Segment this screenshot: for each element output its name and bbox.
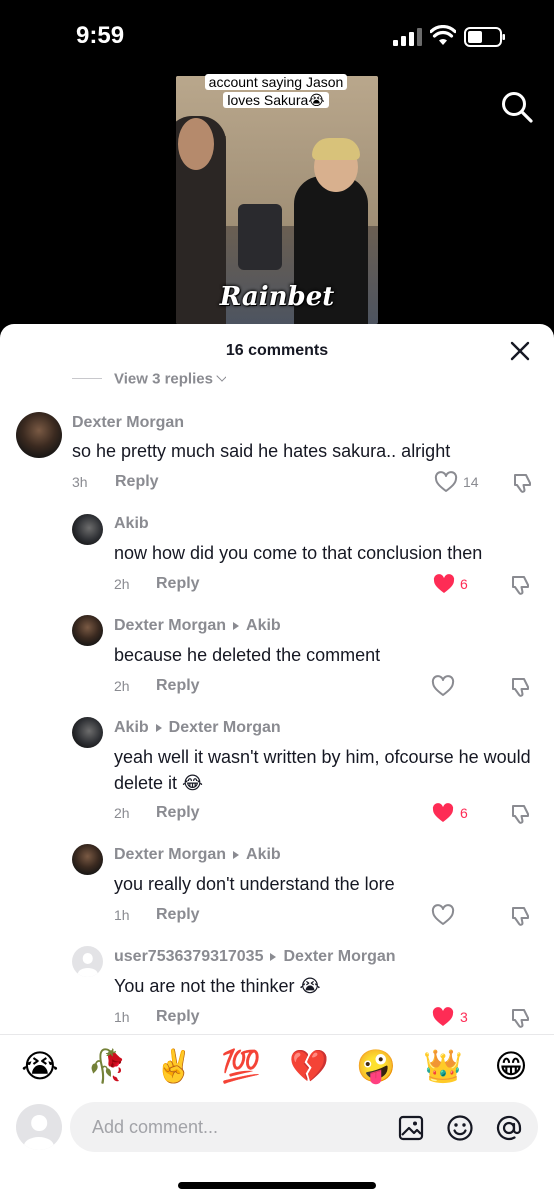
chevron-down-icon [216,370,226,382]
comment-time: 2h [114,805,130,821]
avatar[interactable] [72,514,103,545]
status-bar: 9:59 [0,0,554,70]
emoji-button[interactable]: 🥀 [87,1046,127,1086]
comment-time: 1h [114,907,130,923]
comment-text: now how did you come to that conclusion … [114,543,483,563]
emoji-button[interactable]: 💯 [221,1046,261,1086]
reply-button[interactable]: Reply [156,1008,200,1026]
reply-button[interactable]: Reply [115,473,159,491]
reply-button[interactable]: Reply [156,906,200,924]
user-avatar[interactable] [16,1104,62,1150]
emoji-button[interactable]: 😭 [20,1046,60,1086]
heart-icon[interactable] [431,904,455,926]
emoji-quick-bar: 😭 🥀 ✌️ 💯 💔 🤪 👑 😁 [0,1046,554,1092]
like-count: 6 [460,805,468,821]
comment-time: 2h [114,678,130,694]
comment-input[interactable]: Add comment... [70,1102,538,1152]
smile-icon[interactable] [446,1114,474,1142]
avatar[interactable] [72,615,103,646]
video-caption: account saying Jason loves Sakura😭 [196,73,356,109]
avatar[interactable] [16,412,62,458]
reply-arrow-icon [233,621,240,630]
video-brand-watermark: Rainbet [219,282,335,312]
home-indicator[interactable] [178,1182,376,1189]
status-time: 9:59 [76,22,125,49]
comment-username[interactable]: Dexter Morgan Akib [114,846,281,864]
reply-button[interactable]: Reply [156,804,200,822]
close-icon[interactable] [508,339,532,363]
wifi-icon [430,25,456,45]
search-icon[interactable] [500,90,534,124]
dislike-icon[interactable] [512,472,534,494]
comment-username[interactable]: Akib Dexter Morgan [114,719,281,737]
emoji-button[interactable]: 💔 [289,1046,329,1086]
comment-text: yeah well it wasn't written by him, ofco… [114,747,531,793]
comment-text: you really don't understand the lore [114,874,395,894]
dislike-icon[interactable] [510,676,532,698]
comments-count-title: 16 comments [225,342,329,359]
heart-icon[interactable] [434,471,458,493]
at-mention-icon[interactable] [495,1114,523,1142]
dislike-icon[interactable] [510,803,532,825]
emoji-button[interactable]: 👑 [423,1046,463,1086]
reply-arrow-icon [270,952,277,961]
comment-username[interactable]: Dexter Morgan [72,414,184,432]
comment-time: 3h [72,474,88,490]
comment-text: because he deleted the comment [114,645,381,665]
like-count: 3 [460,1009,468,1025]
divider [0,1034,554,1035]
avatar[interactable] [72,717,103,748]
comment-username[interactable]: user7536379317035 Dexter Morgan [114,948,396,966]
heart-icon-liked[interactable] [431,802,455,824]
comment-username[interactable]: Akib [114,515,149,533]
comment-username[interactable]: Dexter Morgan Akib [114,617,281,635]
reply-arrow-icon [155,723,162,732]
reply-button[interactable]: Reply [156,575,200,593]
comments-sheet: 16 comments View 3 replies Dexter Morgan… [0,324,554,1200]
cellular-signal-icon [393,28,422,46]
image-icon[interactable] [398,1115,424,1141]
heart-icon-liked[interactable] [431,1006,455,1028]
view-replies-toggle[interactable]: View 3 replies [72,370,226,392]
battery-icon [464,27,505,47]
comment-time: 1h [114,1009,130,1025]
comment-text: so he pretty much said he hates sakura..… [72,441,451,461]
dislike-icon[interactable] [510,574,532,596]
avatar[interactable] [72,946,103,977]
avatar[interactable] [72,844,103,875]
comment-time: 2h [114,576,130,592]
reply-arrow-icon [233,850,240,859]
dislike-icon[interactable] [510,1007,532,1029]
heart-icon[interactable] [431,675,455,697]
reply-button[interactable]: Reply [156,677,200,695]
emoji-button[interactable]: 😁 [491,1046,531,1086]
like-count: 6 [460,576,468,592]
heart-icon-liked[interactable] [432,573,456,595]
comments-header: 16 comments [0,324,554,376]
emoji-button[interactable]: 🤪 [356,1046,396,1086]
comment-input-placeholder: Add comment... [92,1117,219,1137]
like-count: 14 [463,474,479,490]
dislike-icon[interactable] [510,905,532,927]
emoji-button[interactable]: ✌️ [154,1046,194,1086]
comment-text: You are not the thinker 😭 [114,976,321,996]
